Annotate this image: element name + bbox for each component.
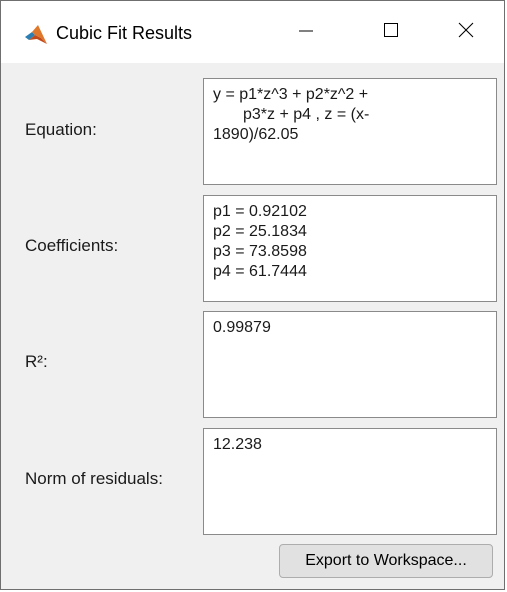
title-bar[interactable]: Cubic Fit Results bbox=[1, 1, 504, 63]
coefficient-line: p2 = 25.1834 bbox=[213, 223, 307, 240]
norm-residuals-value: 12.238 bbox=[213, 436, 262, 453]
close-icon bbox=[458, 22, 474, 43]
r-squared-field[interactable]: 0.99879 bbox=[203, 311, 497, 418]
norm-residuals-label: Norm of residuals: bbox=[25, 469, 163, 488]
minimize-icon bbox=[298, 22, 314, 43]
window-title: Cubic Fit Results bbox=[56, 23, 193, 43]
norm-residuals-field[interactable]: 12.238 bbox=[203, 428, 497, 535]
coefficients-field[interactable]: p1 = 0.92102 p2 = 25.1834 p3 = 73.8598 p… bbox=[203, 195, 497, 302]
minimize-button[interactable] bbox=[271, 1, 341, 63]
close-button[interactable] bbox=[431, 1, 501, 63]
coefficients-label: Coefficients: bbox=[25, 236, 119, 255]
r-squared-value: 0.99879 bbox=[213, 319, 271, 336]
coefficient-line: p4 = 61.7444 bbox=[213, 263, 307, 280]
equation-line: 1890)/62.05 bbox=[213, 126, 299, 143]
matlab-membrane-icon bbox=[25, 25, 47, 45]
equation-line: y = p1*z^3 + p2*z^2 + bbox=[213, 86, 369, 103]
equation-line: p3*z + p4 , z = (x- bbox=[243, 106, 370, 123]
r-squared-label: R²: bbox=[25, 352, 48, 371]
equation-field[interactable]: y = p1*z^3 + p2*z^2 + p3*z + p4 , z = (x… bbox=[203, 78, 497, 185]
maximize-icon bbox=[383, 22, 399, 43]
maximize-button[interactable] bbox=[356, 1, 426, 63]
equation-label: Equation: bbox=[25, 120, 97, 139]
coefficient-line: p1 = 0.92102 bbox=[213, 203, 307, 220]
cubic-fit-results-window: Cubic Fit Results Equation: y = p1*z^3 +… bbox=[0, 0, 505, 590]
export-to-workspace-button[interactable]: Export to Workspace... bbox=[279, 544, 493, 578]
coefficient-line: p3 = 73.8598 bbox=[213, 243, 307, 260]
